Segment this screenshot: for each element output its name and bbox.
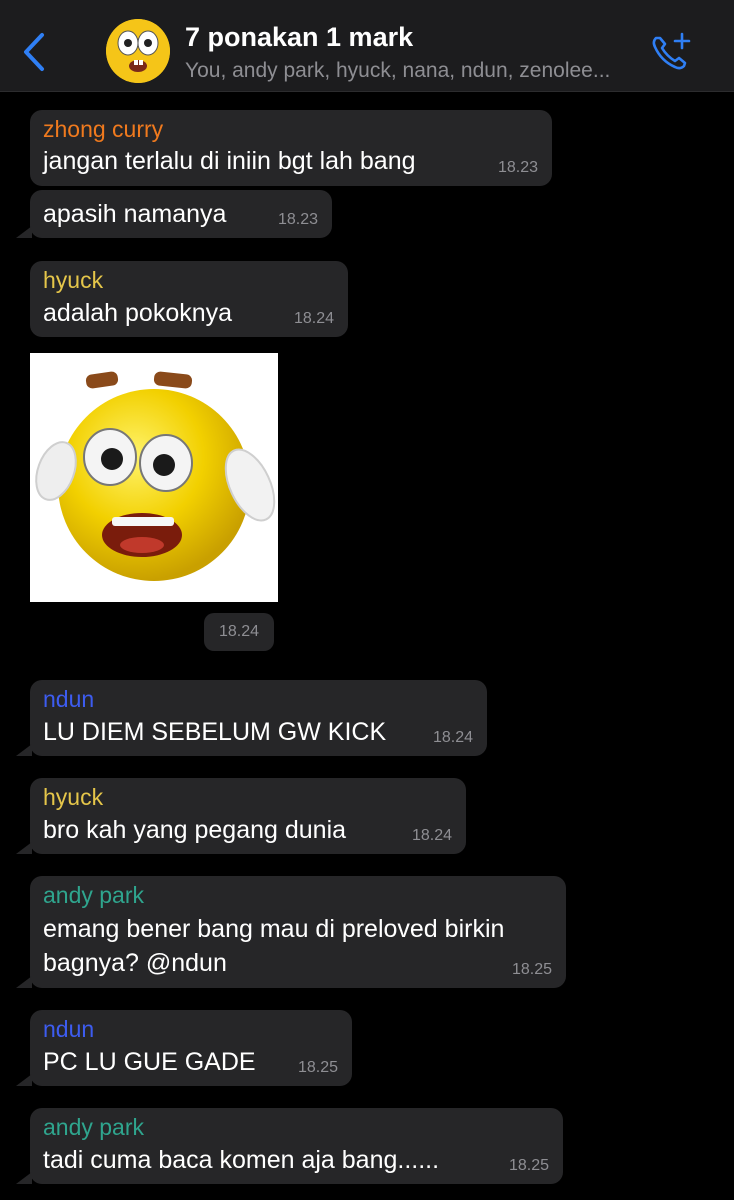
message-time: 18.25 xyxy=(297,1059,338,1076)
sticker-image[interactable] xyxy=(30,353,278,602)
chevron-left-icon xyxy=(24,33,44,71)
scared-emoji-sticker xyxy=(35,371,276,581)
message-text: PC LU GUE GADE xyxy=(43,1048,256,1076)
message-text: LU DIEM SEBELUM GW KICK xyxy=(43,718,387,746)
message-bubble[interactable]: zhong curry jangan terlalu di iniin bgt … xyxy=(30,110,552,186)
message-time: 18.24 xyxy=(411,827,452,844)
chat-header: 7 ponakan 1 mark You, andy park, hyuck, … xyxy=(0,0,734,92)
message-bubble[interactable]: andy park tadi cuma baca komen aja bang.… xyxy=(16,1108,563,1184)
emoji-face-avatar xyxy=(106,19,170,83)
message-time: 18.23 xyxy=(497,159,538,176)
message-text: bro kah yang pegang dunia xyxy=(43,816,347,844)
sender-name: ndun xyxy=(43,1016,95,1042)
group-avatar[interactable] xyxy=(106,19,170,83)
message-time: 18.24 xyxy=(432,729,473,746)
message-text: apasih namanya xyxy=(43,200,227,228)
back-button[interactable] xyxy=(18,30,52,74)
chat-title[interactable]: 7 ponakan 1 mark xyxy=(185,22,413,53)
chat-members[interactable]: You, andy park, hyuck, nana, ndun, zenol… xyxy=(185,59,610,83)
sender-name: ndun xyxy=(43,686,95,712)
message-text: emang bener bang mau di preloved birkin xyxy=(43,915,505,943)
message-time: 18.24 xyxy=(293,310,334,327)
sender-name: andy park xyxy=(43,882,145,908)
message-text: bagnya? @ndun xyxy=(43,949,227,977)
add-call-icon xyxy=(652,32,691,70)
sticker-time: 18.24 xyxy=(204,613,274,651)
message-time: 18.25 xyxy=(508,1157,549,1174)
message-time: 18.23 xyxy=(277,211,318,228)
message-time: 18.25 xyxy=(511,961,552,978)
message-text: adalah pokoknya xyxy=(43,299,233,327)
message-bubble[interactable]: apasih namanya 18.23 xyxy=(16,190,332,238)
message-bubble[interactable]: hyuck bro kah yang pegang dunia 18.24 xyxy=(16,778,466,854)
message-bubble[interactable]: ndun PC LU GUE GADE 18.25 xyxy=(16,1010,352,1086)
message-bubble[interactable]: hyuck adalah pokoknya 18.24 xyxy=(30,261,348,337)
message-bubble[interactable]: ndun LU DIEM SEBELUM GW KICK 18.24 xyxy=(16,680,487,756)
add-call-button[interactable] xyxy=(648,30,694,74)
message-text: jangan terlalu di iniin bgt lah bang xyxy=(43,147,416,175)
sender-name: zhong curry xyxy=(43,116,164,142)
sender-name: hyuck xyxy=(43,784,104,810)
message-bubble[interactable]: andy park emang bener bang mau di prelov… xyxy=(16,876,566,988)
sender-name: hyuck xyxy=(43,267,104,293)
message-text: tadi cuma baca komen aja bang...... xyxy=(43,1146,440,1174)
sender-name: andy park xyxy=(43,1114,145,1140)
